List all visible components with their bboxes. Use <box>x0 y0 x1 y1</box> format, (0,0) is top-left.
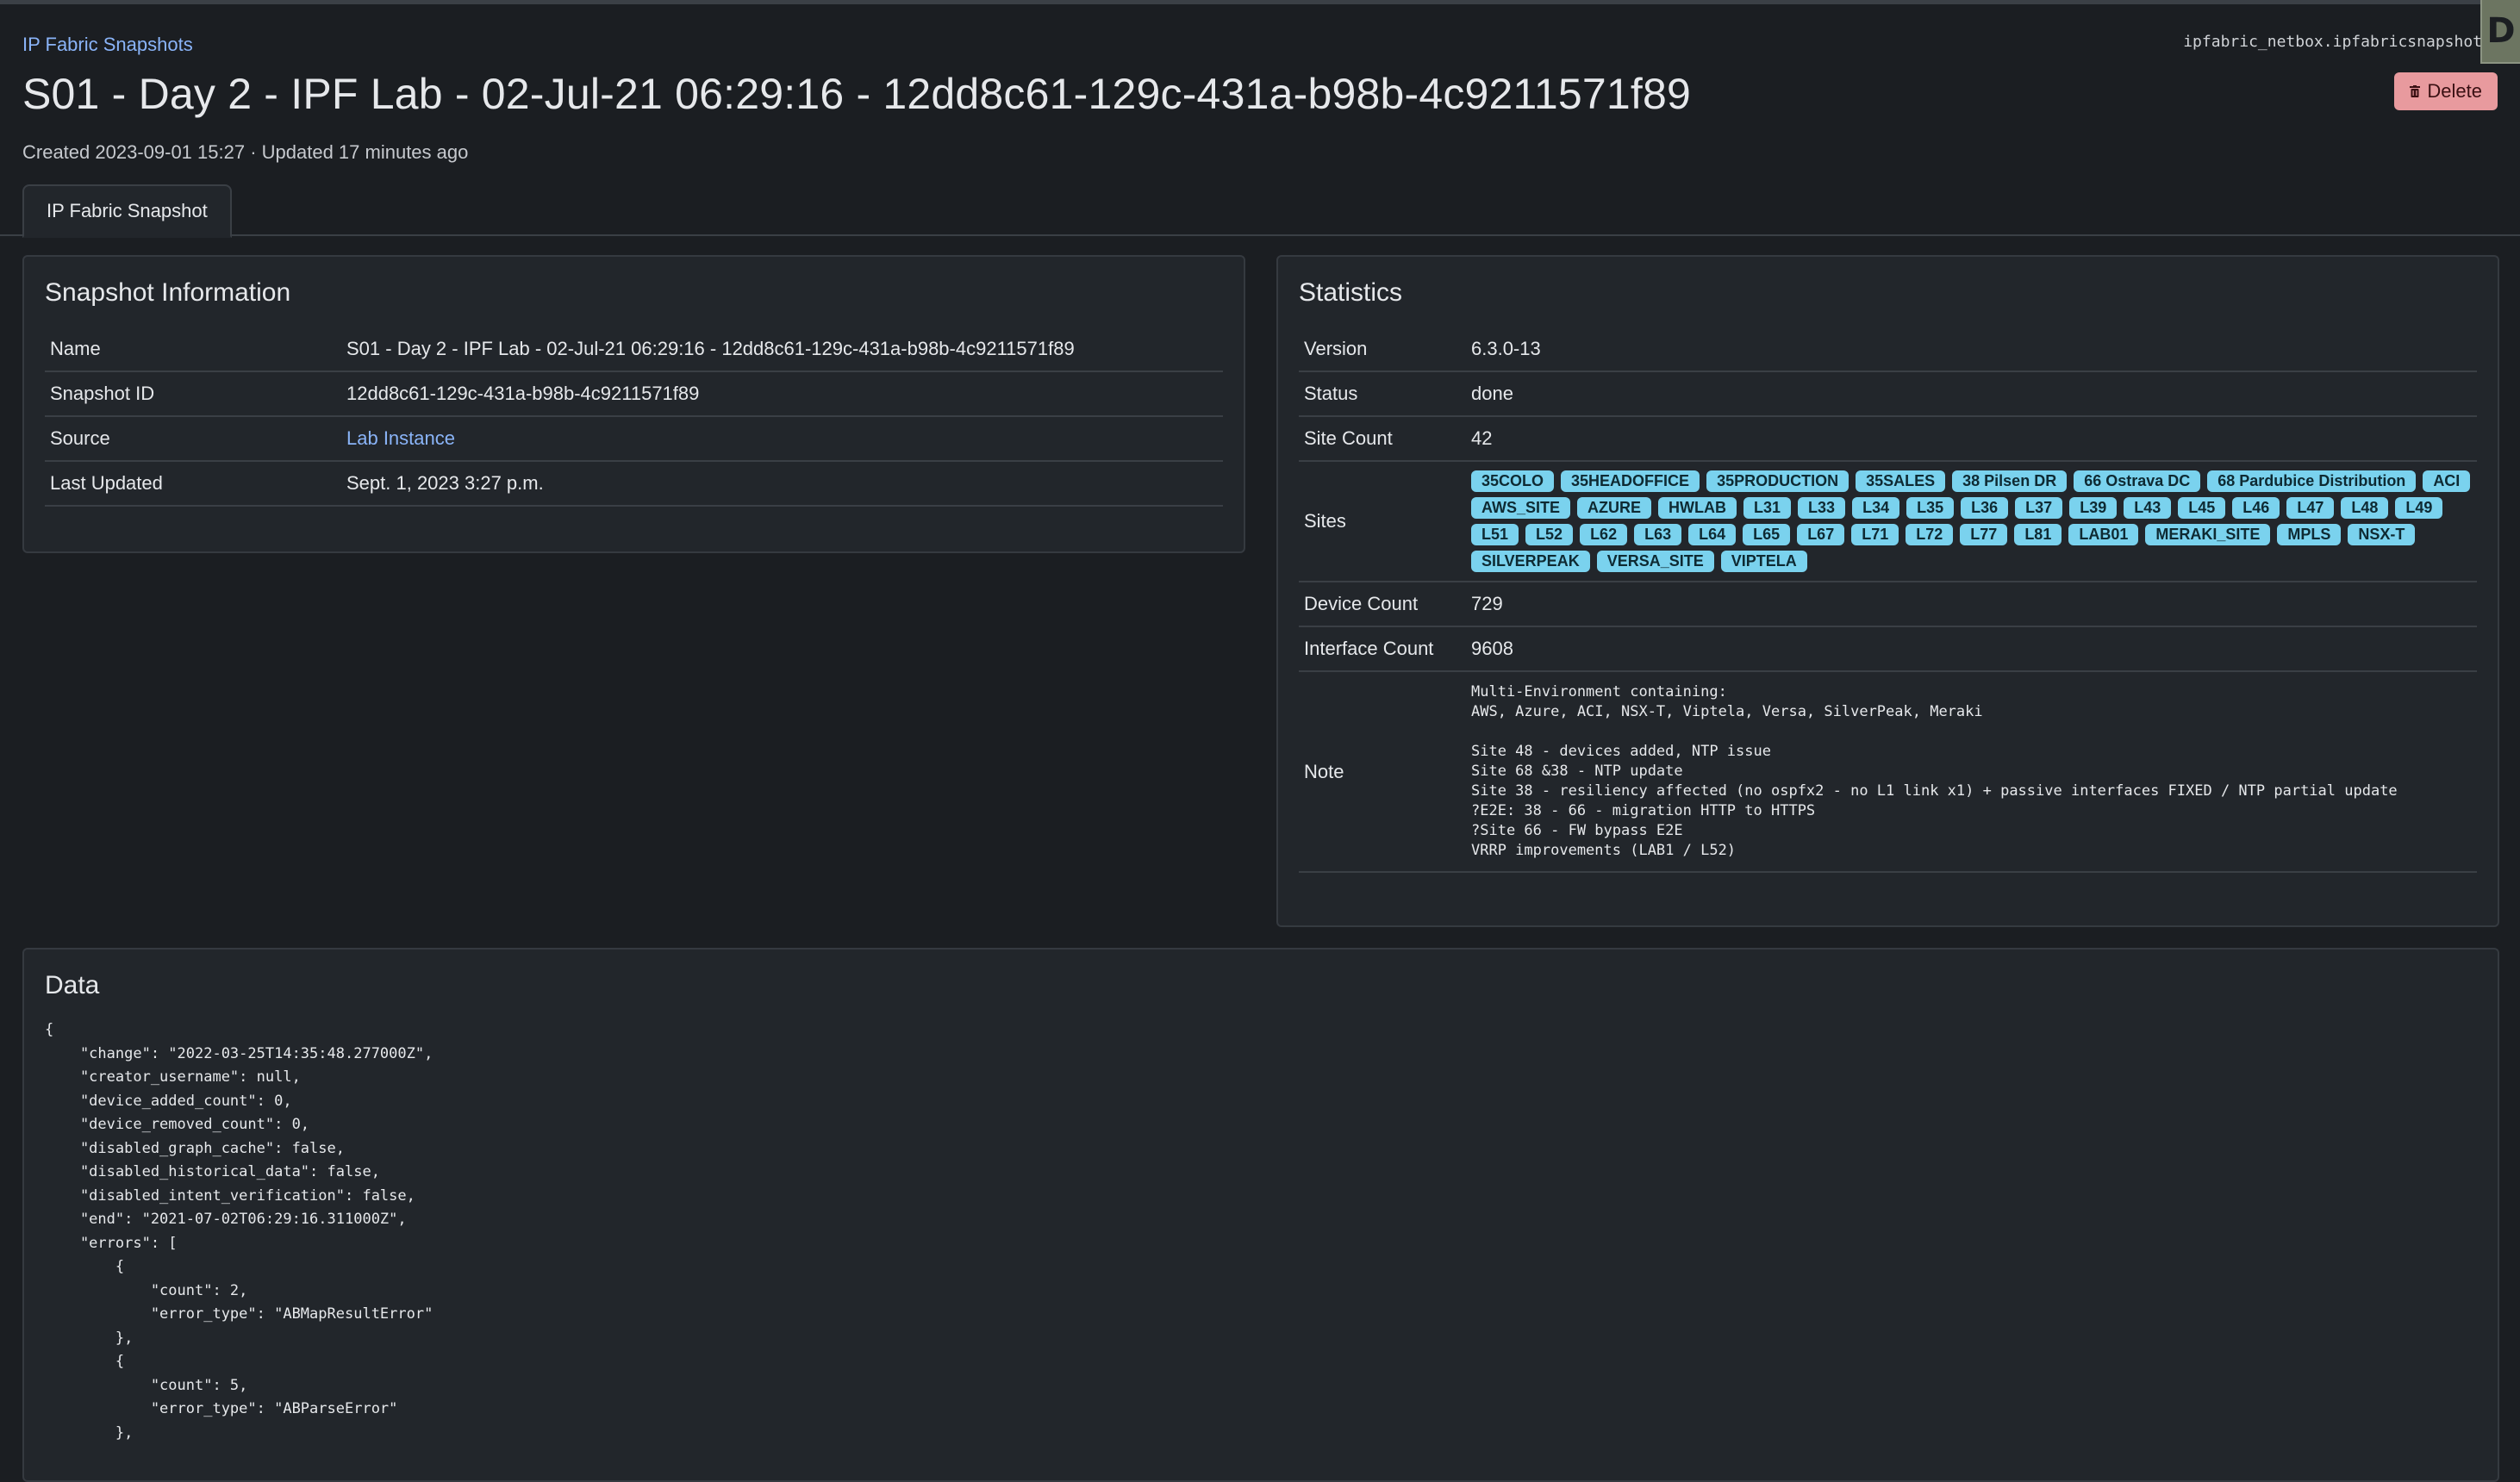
page-title: S01 - Day 2 - IPF Lab - 02-Jul-21 06:29:… <box>22 70 1691 118</box>
site-badge[interactable]: MERAKI_SITE <box>2145 524 2271 545</box>
row-version: Version 6.3.0-13 <box>1299 327 2477 372</box>
statistics-card: Statistics Version 6.3.0-13 Status done … <box>1276 255 2499 927</box>
site-badge[interactable]: L47 <box>2286 497 2335 519</box>
source-link[interactable]: Lab Instance <box>346 427 455 449</box>
site-badge[interactable]: L51 <box>1471 524 1519 545</box>
site-badge[interactable]: L81 <box>2014 524 2062 545</box>
site-badge[interactable]: L77 <box>1960 524 2008 545</box>
sites-label: Sites <box>1299 461 1466 582</box>
data-title: Data <box>45 971 100 999</box>
site-badge[interactable]: L72 <box>1906 524 1954 545</box>
data-card: Data { "change": "2022-03-25T14:35:48.27… <box>22 948 2499 1482</box>
sites-cell: 35COLO 35HEADOFFICE 35PRODUCTION 35SALES 38 … <box>1466 461 2477 582</box>
site-badge[interactable]: AWS_SITE <box>1471 497 1571 519</box>
site-badge[interactable]: L33 <box>1798 497 1846 519</box>
snapshot-information-title: Snapshot Information <box>45 278 291 307</box>
trash-icon <box>2410 85 2421 97</box>
site-badge[interactable]: L43 <box>2124 497 2172 519</box>
data-json: { "change": "2022-03-25T14:35:48.277000Z… <box>45 1021 434 1442</box>
breadcrumb-ip-fabric-snapshots[interactable]: IP Fabric Snapshots <box>22 34 193 55</box>
version-label: Version <box>1299 327 1466 372</box>
site-badge[interactable]: HWLAB <box>1658 497 1737 519</box>
site-badge[interactable]: ACI <box>2423 470 2471 492</box>
delete-button-label: Delete <box>2427 80 2482 102</box>
name-label: Name <box>45 327 341 372</box>
site-badge[interactable]: L64 <box>1688 524 1737 545</box>
page-header: IP Fabric Snapshots S01 - Day 2 - IPF La… <box>22 28 2498 165</box>
site-badge[interactable]: VERSA_SITE <box>1596 551 1714 572</box>
row-device-count: Device Count 729 <box>1299 582 2477 627</box>
site-badge[interactable]: L39 <box>2069 497 2118 519</box>
site-count-value: 42 <box>1466 416 2477 462</box>
row-name: Name S01 - Day 2 - IPF Lab - 02-Jul-21 0… <box>45 327 1223 372</box>
site-badge[interactable]: L31 <box>1743 497 1792 519</box>
site-badge[interactable]: MPLS <box>2277 524 2342 545</box>
note-value: Multi-Environment containing: AWS, Azure… <box>1471 683 2398 859</box>
site-badge[interactable]: L67 <box>1797 524 1845 545</box>
site-badge[interactable]: AZURE <box>1577 497 1652 519</box>
row-site-count: Site Count 42 <box>1299 416 2477 462</box>
statistics-title: Statistics <box>1299 278 1403 307</box>
name-value: S01 - Day 2 - IPF Lab - 02-Jul-21 06:29:… <box>341 327 1223 372</box>
site-badge[interactable]: L46 <box>2232 497 2280 519</box>
site-badge[interactable]: L62 <box>1580 524 1628 545</box>
snapshot-information-table: Name S01 - Day 2 - IPF Lab - 02-Jul-21 0… <box>45 327 1223 507</box>
site-badge[interactable]: L65 <box>1743 524 1791 545</box>
device-count-label: Device Count <box>1299 582 1466 627</box>
site-badge[interactable]: 68 Pardubice Distribution <box>2207 470 2417 492</box>
site-badge[interactable]: NSX-T <box>2348 524 2416 545</box>
model-label: ipfabric_netbox.ipfabricsnapshot <box>2183 33 2482 51</box>
site-badge[interactable]: 38 Pilsen DR <box>1952 470 2068 492</box>
tab-bar: IP Fabric Snapshot <box>0 184 2520 238</box>
snapshot-information-card: Snapshot Information Name S01 - Day 2 - … <box>22 255 1245 553</box>
sites-badge-list: 35COLO 35HEADOFFICE 35PRODUCTION 35SALES 38 … <box>1471 462 2472 581</box>
interface-count-value: 9608 <box>1466 626 2477 672</box>
site-badge[interactable]: L34 <box>1852 497 1900 519</box>
site-badge[interactable]: L48 <box>2341 497 2389 519</box>
version-value: 6.3.0-13 <box>1466 327 2477 372</box>
site-badge[interactable]: L52 <box>1525 524 1574 545</box>
snapshot-id-label: Snapshot ID <box>45 371 341 417</box>
snapshot-id-value: 12dd8c61-129c-431a-b98b-4c9211571f89 <box>341 371 1223 417</box>
device-count-value: 729 <box>1466 582 2477 627</box>
site-badge[interactable]: 35COLO <box>1471 470 1555 492</box>
note-label: Note <box>1299 671 1466 873</box>
site-badge[interactable]: L71 <box>1851 524 1899 545</box>
row-sites: Sites 35COLO 35HEADOFFICE 35PRODUCTION 35SA… <box>1299 461 2477 582</box>
top-border <box>0 0 2520 4</box>
interface-count-label: Interface Count <box>1299 626 1466 672</box>
last-updated-value: Sept. 1, 2023 3:27 p.m. <box>341 461 1223 507</box>
site-badge[interactable]: L36 <box>1961 497 2009 519</box>
site-badge[interactable]: L45 <box>2178 497 2226 519</box>
last-updated-label: Last Updated <box>45 461 341 507</box>
site-badge[interactable]: L49 <box>2395 497 2443 519</box>
source-cell: Lab Instance <box>341 416 1223 462</box>
statistics-table: Version 6.3.0-13 Status done Site Count … <box>1299 327 2477 873</box>
tab-ip-fabric-snapshot[interactable]: IP Fabric Snapshot <box>22 184 232 238</box>
note-cell: Multi-Environment containing: AWS, Azure… <box>1466 671 2477 873</box>
site-badge[interactable]: L35 <box>1906 497 1955 519</box>
delete-button[interactable]: Delete <box>2394 72 2498 110</box>
site-badge[interactable]: 35HEADOFFICE <box>1561 470 1700 492</box>
row-last-updated: Last Updated Sept. 1, 2023 3:27 p.m. <box>45 461 1223 507</box>
site-badge[interactable]: 35PRODUCTION <box>1706 470 1849 492</box>
row-snapshot-id: Snapshot ID 12dd8c61-129c-431a-b98b-4c92… <box>45 371 1223 417</box>
status-value: done <box>1466 371 2477 417</box>
created-updated-line: Created 2023-09-01 15:27 · Updated 17 mi… <box>22 141 469 163</box>
row-source: Source Lab Instance <box>45 416 1223 462</box>
source-label: Source <box>45 416 341 462</box>
site-badge[interactable]: LAB01 <box>2068 524 2139 545</box>
row-interface-count: Interface Count 9608 <box>1299 626 2477 672</box>
site-badge[interactable]: SILVERPEAK <box>1471 551 1590 572</box>
site-badge[interactable]: L63 <box>1634 524 1682 545</box>
site-count-label: Site Count <box>1299 416 1466 462</box>
site-badge[interactable]: VIPTELA <box>1720 551 1807 572</box>
row-status: Status done <box>1299 371 2477 417</box>
status-label: Status <box>1299 371 1466 417</box>
site-badge[interactable]: 35SALES <box>1856 470 1946 492</box>
site-badge[interactable]: L37 <box>2015 497 2063 519</box>
site-badge[interactable]: 66 Ostrava DC <box>2074 470 2201 492</box>
row-note: Note Multi-Environment containing: AWS, … <box>1299 671 2477 873</box>
